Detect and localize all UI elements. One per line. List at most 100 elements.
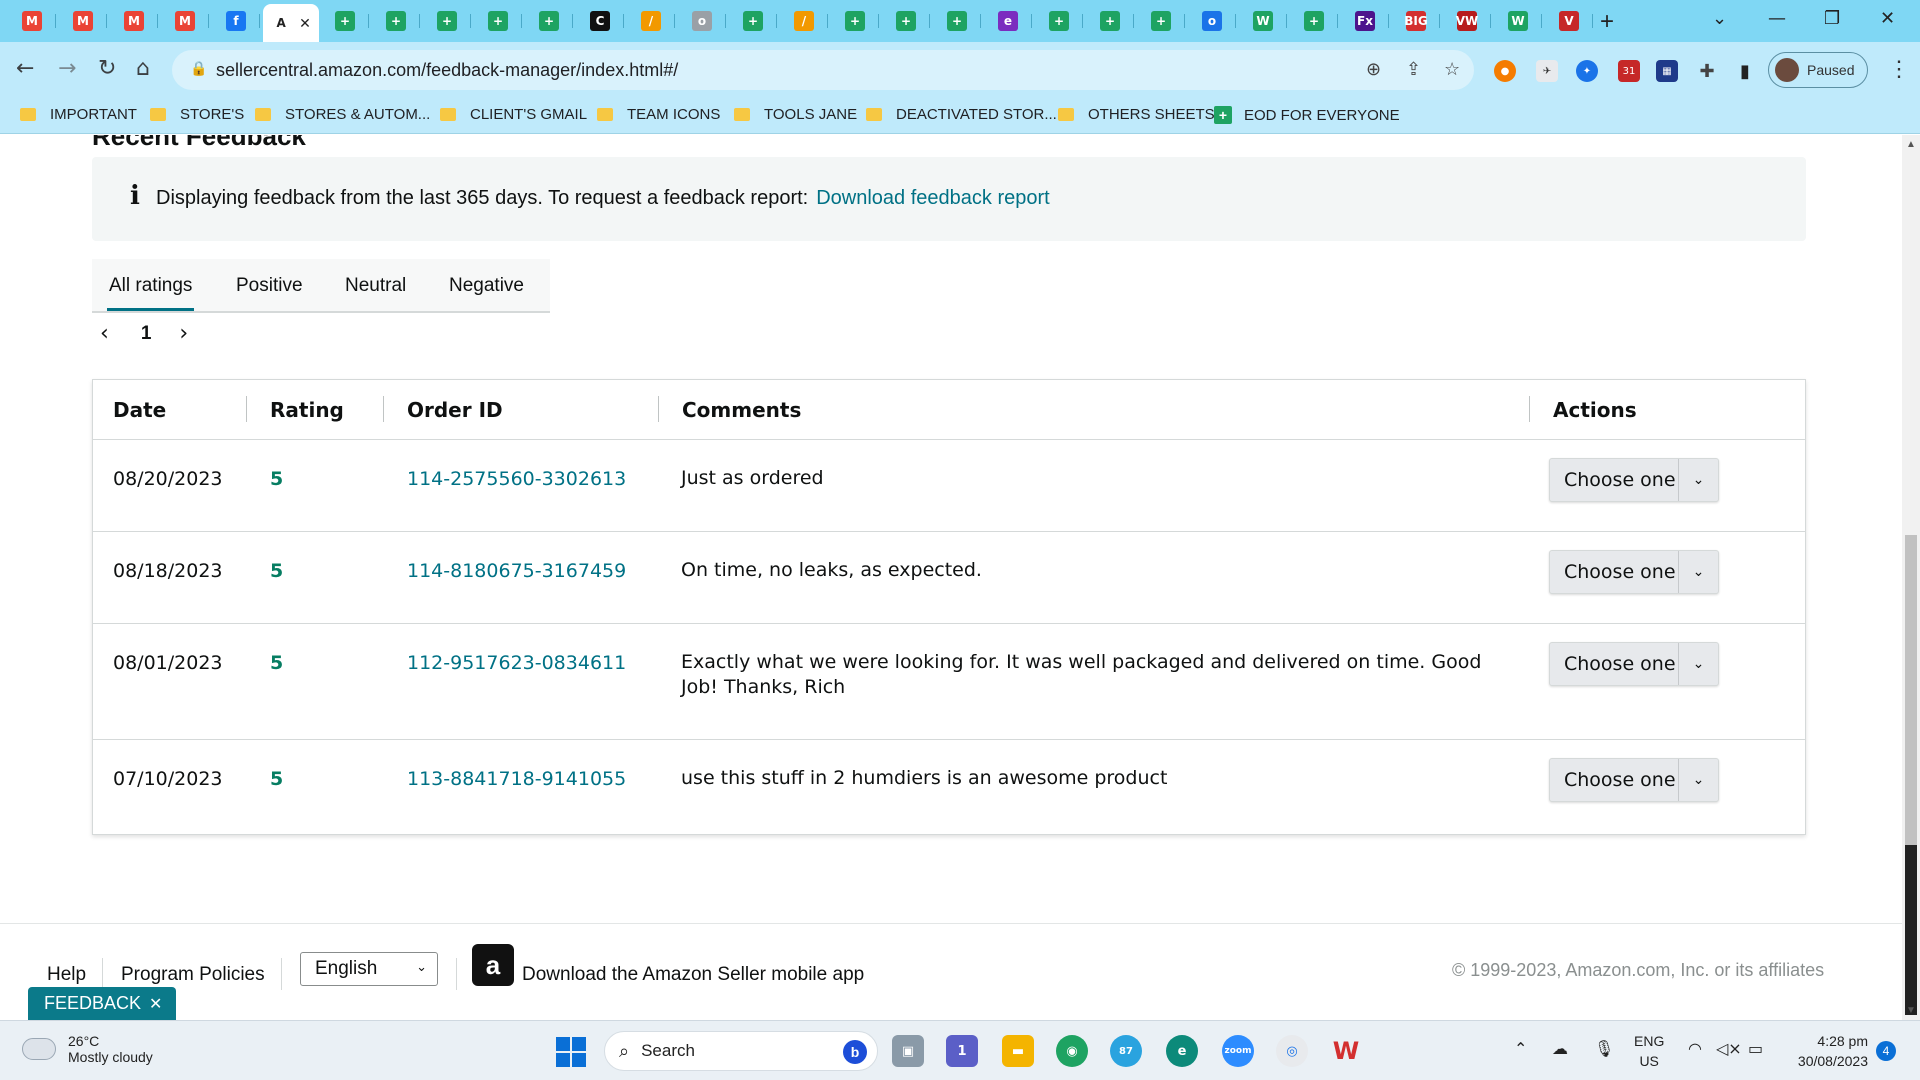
browser-tab[interactable]: f: [212, 6, 260, 36]
browser-tab[interactable]: +: [831, 6, 879, 36]
tab-all-ratings[interactable]: All ratings: [106, 275, 195, 311]
tab-positive[interactable]: Positive: [236, 275, 303, 297]
url-text[interactable]: sellercentral.amazon.com/feedback-manage…: [216, 60, 678, 81]
browser-tab[interactable]: +: [1035, 6, 1083, 36]
browser-tab[interactable]: VW: [1443, 6, 1491, 36]
chevron-down-icon[interactable]: ⌄: [1678, 643, 1718, 685]
browser-tab[interactable]: V: [1545, 6, 1593, 36]
chevron-down-icon[interactable]: ⌄: [1678, 459, 1718, 501]
browser-tab[interactable]: /: [780, 6, 828, 36]
browser-tab[interactable]: M: [8, 6, 56, 36]
address-bar[interactable]: 🔒 sellercentral.amazon.com/feedback-mana…: [172, 50, 1474, 90]
browser-tab[interactable]: +: [525, 6, 573, 36]
bookmark-clients-gmail[interactable]: CLIENT'S GMAIL: [440, 106, 587, 123]
bing-icon[interactable]: b: [843, 1040, 867, 1064]
system-clock[interactable]: 4:28 pm 30/08/2023: [1780, 1031, 1868, 1071]
extension-shipping-icon[interactable]: ✈: [1536, 60, 1558, 82]
browser-tab[interactable]: +: [1290, 6, 1338, 36]
browser-tab[interactable]: M: [59, 6, 107, 36]
extension-firefox-like-icon[interactable]: ●: [1494, 60, 1516, 82]
bookmark-stores[interactable]: STORE'S: [150, 106, 244, 123]
browser-tab[interactable]: M: [161, 6, 209, 36]
windows-start-icon[interactable]: [556, 1037, 586, 1067]
notification-badge[interactable]: 4: [1876, 1041, 1896, 1061]
browser-tab[interactable]: Fx: [1341, 6, 1389, 36]
forward-icon[interactable]: →: [58, 56, 76, 81]
browser-tab[interactable]: +: [372, 6, 420, 36]
action-dropdown[interactable]: Choose one ⌄: [1549, 642, 1719, 686]
volume-muted-icon[interactable]: ◁×: [1716, 1039, 1742, 1058]
action-dropdown[interactable]: Choose one ⌄: [1549, 758, 1719, 802]
tab-search-icon[interactable]: ⌄: [1712, 8, 1727, 29]
weather-widget[interactable]: 26°C Mostly cloudy: [19, 1033, 153, 1065]
action-dropdown[interactable]: Choose one ⌄: [1549, 458, 1719, 502]
browser-tab[interactable]: A ✕: [263, 4, 319, 42]
close-tab-icon[interactable]: ✕: [299, 15, 311, 32]
battery-icon[interactable]: ▭: [1748, 1039, 1763, 1058]
scrollbar-thumb[interactable]: [1905, 845, 1917, 1015]
extension-calendar-icon[interactable]: 31: [1618, 60, 1640, 82]
amazon-app-logo-icon[interactable]: a: [472, 944, 514, 986]
bookmark-eod[interactable]: + EOD FOR EVERYONE: [1214, 106, 1400, 124]
order-id-link[interactable]: 114-8180675-3167459: [407, 560, 626, 582]
prev-page-icon[interactable]: ‹: [100, 321, 109, 346]
scroll-up-icon[interactable]: ▲: [1906, 139, 1916, 150]
language-select[interactable]: English ⌄: [300, 952, 438, 986]
file-explorer-icon[interactable]: ▬: [1002, 1035, 1034, 1067]
action-dropdown[interactable]: Choose one ⌄: [1549, 550, 1719, 594]
bookmark-others-sheets[interactable]: OTHERS SHEETS: [1058, 106, 1215, 123]
browser-tab[interactable]: BIG: [1392, 6, 1440, 36]
share-icon[interactable]: ⇪: [1406, 59, 1421, 80]
menu-kebab-icon[interactable]: ⋮: [1888, 56, 1910, 82]
download-app-link[interactable]: Download the Amazon Seller mobile app: [522, 964, 864, 986]
side-panel-icon[interactable]: ▮: [1734, 60, 1756, 82]
reload-icon[interactable]: ↻: [98, 56, 116, 81]
current-page[interactable]: 1: [141, 323, 152, 345]
show-hidden-icons-icon[interactable]: ⌃: [1514, 1039, 1527, 1058]
zoom-icon[interactable]: zoom: [1222, 1035, 1254, 1067]
microphone-icon[interactable]: 🎙: [1594, 1039, 1614, 1058]
browser-tab[interactable]: W: [1239, 6, 1287, 36]
bookmark-team-icons[interactable]: TEAM ICONS: [597, 106, 720, 123]
wifi-icon[interactable]: ◠: [1688, 1039, 1702, 1058]
lock-icon[interactable]: 🔒: [190, 60, 207, 77]
bookmark-star-icon[interactable]: ☆: [1444, 59, 1460, 80]
order-id-link[interactable]: 113-8841718-9141055: [407, 768, 626, 790]
close-icon[interactable]: ✕: [149, 994, 162, 1013]
help-link[interactable]: Help: [47, 964, 86, 986]
browser-tab[interactable]: +: [729, 6, 777, 36]
browser-tab[interactable]: o: [1188, 6, 1236, 36]
onedrive-icon[interactable]: ☁: [1552, 1039, 1568, 1058]
browser-tab[interactable]: +: [882, 6, 930, 36]
wps-office-icon[interactable]: W: [1330, 1035, 1362, 1067]
download-report-link[interactable]: Download feedback report: [816, 187, 1049, 209]
teams-icon[interactable]: 1: [946, 1035, 978, 1067]
scroll-down-icon[interactable]: ▼: [1906, 1005, 1916, 1016]
browser-tab[interactable]: +: [474, 6, 522, 36]
profile-button[interactable]: Paused: [1768, 52, 1868, 88]
tab-negative[interactable]: Negative: [449, 275, 524, 297]
bookmark-important[interactable]: IMPORTANT: [20, 106, 137, 123]
browser-tab[interactable]: +: [933, 6, 981, 36]
browser-tab[interactable]: +: [423, 6, 471, 36]
telegram-icon[interactable]: 87: [1110, 1035, 1142, 1067]
feedback-button[interactable]: FEEDBACK ✕: [28, 987, 176, 1020]
browser-tab[interactable]: +: [1086, 6, 1134, 36]
home-icon[interactable]: ⌂: [136, 56, 150, 81]
header-date[interactable]: Date: [113, 398, 166, 422]
back-icon[interactable]: ←: [16, 56, 34, 81]
bookmark-deactivated[interactable]: DEACTIVATED STOR...: [866, 106, 1057, 123]
chrome-icon[interactable]: ◉: [1056, 1035, 1088, 1067]
extension-settings-icon[interactable]: ✦: [1576, 60, 1598, 82]
browser-tab[interactable]: e: [984, 6, 1032, 36]
input-language[interactable]: ENG US: [1634, 1031, 1664, 1071]
bookmark-stores-autom[interactable]: STORES & AUTOM...: [255, 106, 430, 123]
page-scrollbar[interactable]: ▲ ▼: [1902, 135, 1920, 1020]
next-page-icon[interactable]: ›: [179, 321, 188, 346]
restore-icon[interactable]: ❐: [1824, 8, 1840, 29]
new-tab-button[interactable]: +: [1600, 8, 1614, 36]
edge-icon[interactable]: e: [1166, 1035, 1198, 1067]
browser-tab[interactable]: M: [110, 6, 158, 36]
extensions-puzzle-icon[interactable]: ✚: [1696, 60, 1718, 82]
header-rating[interactable]: Rating: [270, 398, 344, 422]
